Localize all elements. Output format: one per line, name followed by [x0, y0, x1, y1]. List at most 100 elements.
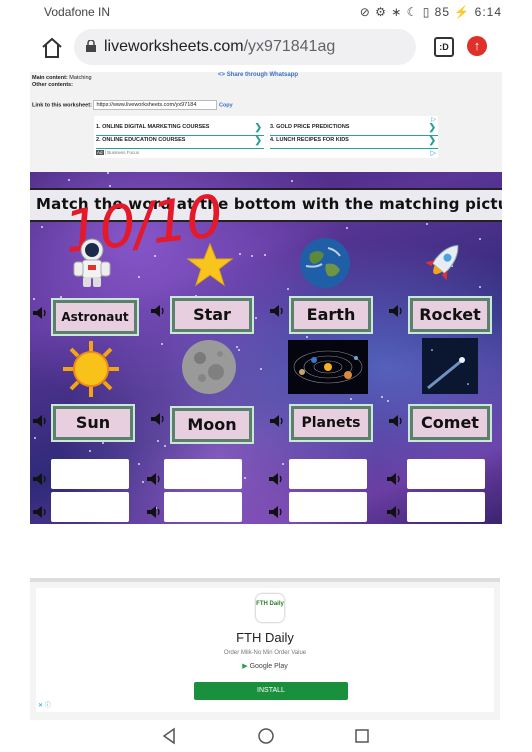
store-label: ▶ Google Play — [242, 663, 288, 670]
url-path: /yx971841ag — [243, 38, 336, 55]
star-dot — [142, 481, 145, 484]
speaker-icon[interactable] — [388, 304, 404, 318]
empty-slot[interactable] — [289, 459, 367, 489]
app-name: FTH Daily — [236, 630, 294, 645]
star-dot — [41, 226, 44, 229]
star-dot — [239, 253, 242, 256]
empty-slot[interactable] — [164, 492, 242, 522]
speaker-icon[interactable] — [150, 304, 166, 318]
speaker-icon[interactable] — [386, 472, 402, 486]
star-dot — [345, 227, 348, 230]
worksheet-activity: Match the word at the bottom with the ma… — [30, 172, 502, 524]
link-field[interactable]: https://www.liveworksheets.com/yx97184 — [93, 100, 218, 110]
star-dot — [88, 449, 91, 452]
empty-slot[interactable] — [51, 492, 129, 522]
speaker-icon[interactable] — [32, 505, 48, 519]
ad-footer: Ad | Business Focus — [96, 150, 139, 155]
speaker-icon[interactable] — [146, 505, 162, 519]
speaker-icon[interactable] — [146, 472, 162, 486]
speaker-icon[interactable] — [388, 414, 404, 428]
star-dot — [138, 462, 141, 465]
ad-link-3[interactable]: 3. GOLD PRICE PREDICTIONS ❯ — [270, 122, 438, 136]
star-dot — [287, 287, 290, 290]
bottom-advertisement: FTH Daily FTH Daily Order Milk-No Min Or… — [30, 578, 500, 720]
star-dot — [33, 436, 36, 439]
home-nav-icon[interactable] — [257, 727, 275, 745]
answer-planets[interactable]: Planets — [291, 406, 371, 440]
star-dot — [386, 400, 389, 403]
empty-slot[interactable] — [164, 459, 242, 489]
answer-rocket[interactable]: Rocket — [410, 298, 490, 332]
star-dot — [161, 342, 164, 345]
earth-picture — [300, 238, 350, 288]
ad-close-icon[interactable]: ✕ ⓘ — [38, 700, 51, 709]
worksheet-header: Main content: Matching Other contents: <… — [30, 72, 502, 178]
answer-sun[interactable]: Sun — [53, 406, 133, 440]
rocket-picture — [425, 244, 459, 281]
moon-picture — [182, 340, 236, 394]
ad-link-4[interactable]: 4. LUNCH RECIPES FOR KIDS ❯ — [270, 135, 438, 149]
ad-choices-icon[interactable]: ▷ — [431, 116, 436, 123]
star-dot — [306, 336, 309, 339]
star-dot — [260, 368, 263, 371]
app-subtitle: Order Milk-No Min Order Value — [223, 650, 307, 656]
star-dot — [163, 445, 166, 448]
other-contents-row: Other contents: — [32, 82, 73, 88]
ad-link-1[interactable]: 1. ONLINE DIGITAL MARKETING COURSES ❯ — [96, 122, 264, 136]
empty-slot[interactable] — [407, 459, 485, 489]
speaker-icon[interactable] — [269, 414, 285, 428]
install-button[interactable]: INSTALL — [194, 682, 348, 700]
planets-picture — [288, 340, 368, 394]
status-icons: ⊘ ⚙ ∗ ☾ ▯ 85 ⚡ 6:14 — [359, 5, 502, 19]
star-dot — [282, 462, 285, 465]
speaker-icon[interactable] — [32, 414, 48, 428]
play-store-icon: ▶ — [242, 663, 248, 670]
app-install-ad[interactable]: FTH Daily FTH Daily Order Milk-No Min Or… — [36, 588, 494, 712]
home-icon[interactable] — [40, 36, 64, 60]
ad-play-icon[interactable]: ▷ — [431, 149, 436, 157]
answer-star[interactable]: Star — [172, 298, 252, 332]
clock: 6:14 — [474, 5, 502, 19]
speaker-icon[interactable] — [150, 412, 166, 426]
comet-picture — [422, 338, 478, 394]
speaker-icon[interactable] — [386, 505, 402, 519]
speaker-icon[interactable] — [268, 472, 284, 486]
star-dot — [138, 275, 141, 278]
answer-moon[interactable]: Moon — [172, 408, 252, 442]
carrier-label: Vodafone IN — [44, 5, 111, 19]
back-icon[interactable] — [160, 727, 178, 745]
answer-astronaut[interactable]: Astronaut — [53, 300, 137, 334]
star-dot — [426, 222, 429, 225]
address-bar[interactable]: liveworksheets.com/yx971841ag — [74, 29, 416, 65]
speaker-icon[interactable] — [32, 306, 48, 320]
star-dot — [195, 294, 198, 297]
star-dot — [60, 296, 63, 299]
share-whatsapp-link[interactable]: <> Share through Whatsapp — [218, 72, 298, 78]
star-dot — [479, 238, 482, 241]
answer-comet[interactable]: Comet — [410, 406, 490, 440]
empty-slot[interactable] — [51, 459, 129, 489]
update-icon[interactable]: ↑ — [467, 36, 487, 56]
speaker-icon[interactable] — [268, 505, 284, 519]
recents-icon[interactable] — [353, 727, 371, 745]
star-dot — [350, 398, 353, 401]
url-text[interactable]: liveworksheets.com/yx971841ag — [104, 38, 335, 56]
top-advertisement[interactable]: 1. ONLINE DIGITAL MARKETING COURSES ❯ 3. … — [94, 116, 438, 158]
copy-link-button[interactable]: Copy — [219, 102, 233, 108]
star-dot — [157, 440, 160, 443]
star-dot — [109, 185, 112, 188]
star-dot — [244, 477, 247, 480]
worksheet-link-row: Link to this worksheet: https://www.live… — [32, 100, 233, 110]
speaker-icon[interactable] — [269, 304, 285, 318]
star-dot — [478, 285, 481, 288]
status-bar: Vodafone IN ⊘ ⚙ ∗ ☾ ▯ 85 ⚡ 6:14 — [0, 0, 532, 24]
empty-slot[interactable] — [289, 492, 367, 522]
tab-switcher-button[interactable]: :D — [434, 37, 454, 57]
chevron-right-icon: ❯ — [428, 135, 436, 145]
answer-earth[interactable]: Earth — [291, 298, 371, 332]
speaker-icon[interactable] — [32, 472, 48, 486]
chevron-right-icon: ❯ — [254, 135, 262, 145]
empty-slot[interactable] — [407, 492, 485, 522]
battery-level: 85 — [434, 5, 451, 19]
ad-link-2[interactable]: 2. ONLINE EDUCATION COURSES ❯ — [96, 135, 264, 149]
